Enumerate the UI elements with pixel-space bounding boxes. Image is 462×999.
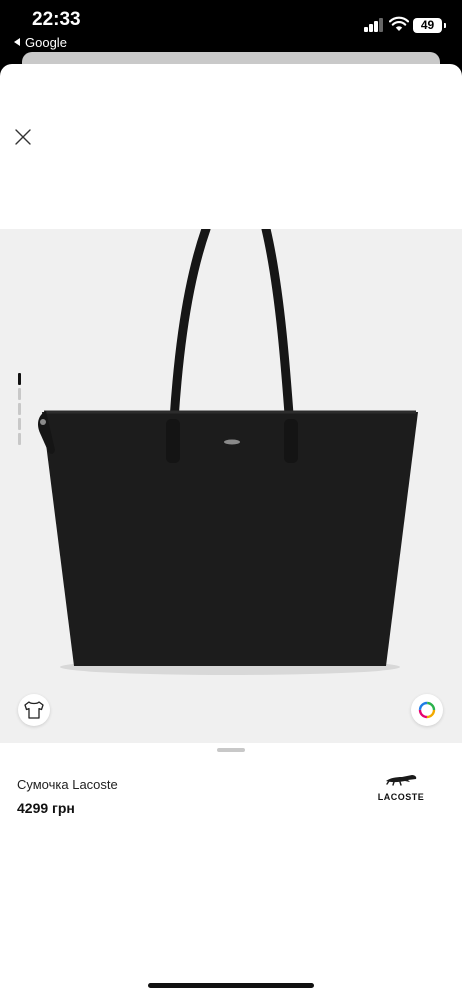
status-bar: 22:33 Google 49 — [0, 0, 462, 60]
brand-logo: LACOSTE — [372, 772, 430, 802]
close-icon[interactable] — [12, 126, 34, 148]
brand-logo-text: LACOSTE — [377, 792, 425, 802]
cellular-signal-icon — [364, 18, 384, 32]
product-image — [38, 229, 418, 675]
gallery-pagination[interactable] — [18, 373, 21, 448]
product-title: Сумочка Lacoste — [17, 777, 118, 792]
product-image-gallery[interactable] — [0, 229, 462, 743]
product-price: 4299 грн — [17, 800, 75, 816]
crocodile-logo-icon — [386, 775, 417, 786]
back-to-app-link[interactable]: Google — [14, 35, 67, 50]
color-ring-icon — [418, 701, 436, 719]
gallery-dot[interactable] — [18, 403, 21, 415]
back-app-label: Google — [25, 35, 67, 50]
gallery-dot[interactable] — [18, 418, 21, 430]
back-arrow-icon — [14, 38, 20, 46]
gallery-dot[interactable] — [18, 433, 21, 445]
drag-handle[interactable] — [217, 748, 245, 752]
try-on-button[interactable] — [18, 694, 50, 726]
battery-indicator: 49 — [413, 18, 446, 33]
status-time: 22:33 — [32, 9, 81, 30]
gallery-dot[interactable] — [18, 388, 21, 400]
home-indicator — [148, 983, 314, 988]
color-variant-button[interactable] — [411, 694, 443, 726]
wifi-icon — [389, 16, 409, 31]
tshirt-icon — [24, 701, 44, 719]
gallery-dot-active[interactable] — [18, 373, 21, 385]
product-sheet: Сумочка Lacoste 4299 грн LACOSTE — [0, 64, 462, 999]
